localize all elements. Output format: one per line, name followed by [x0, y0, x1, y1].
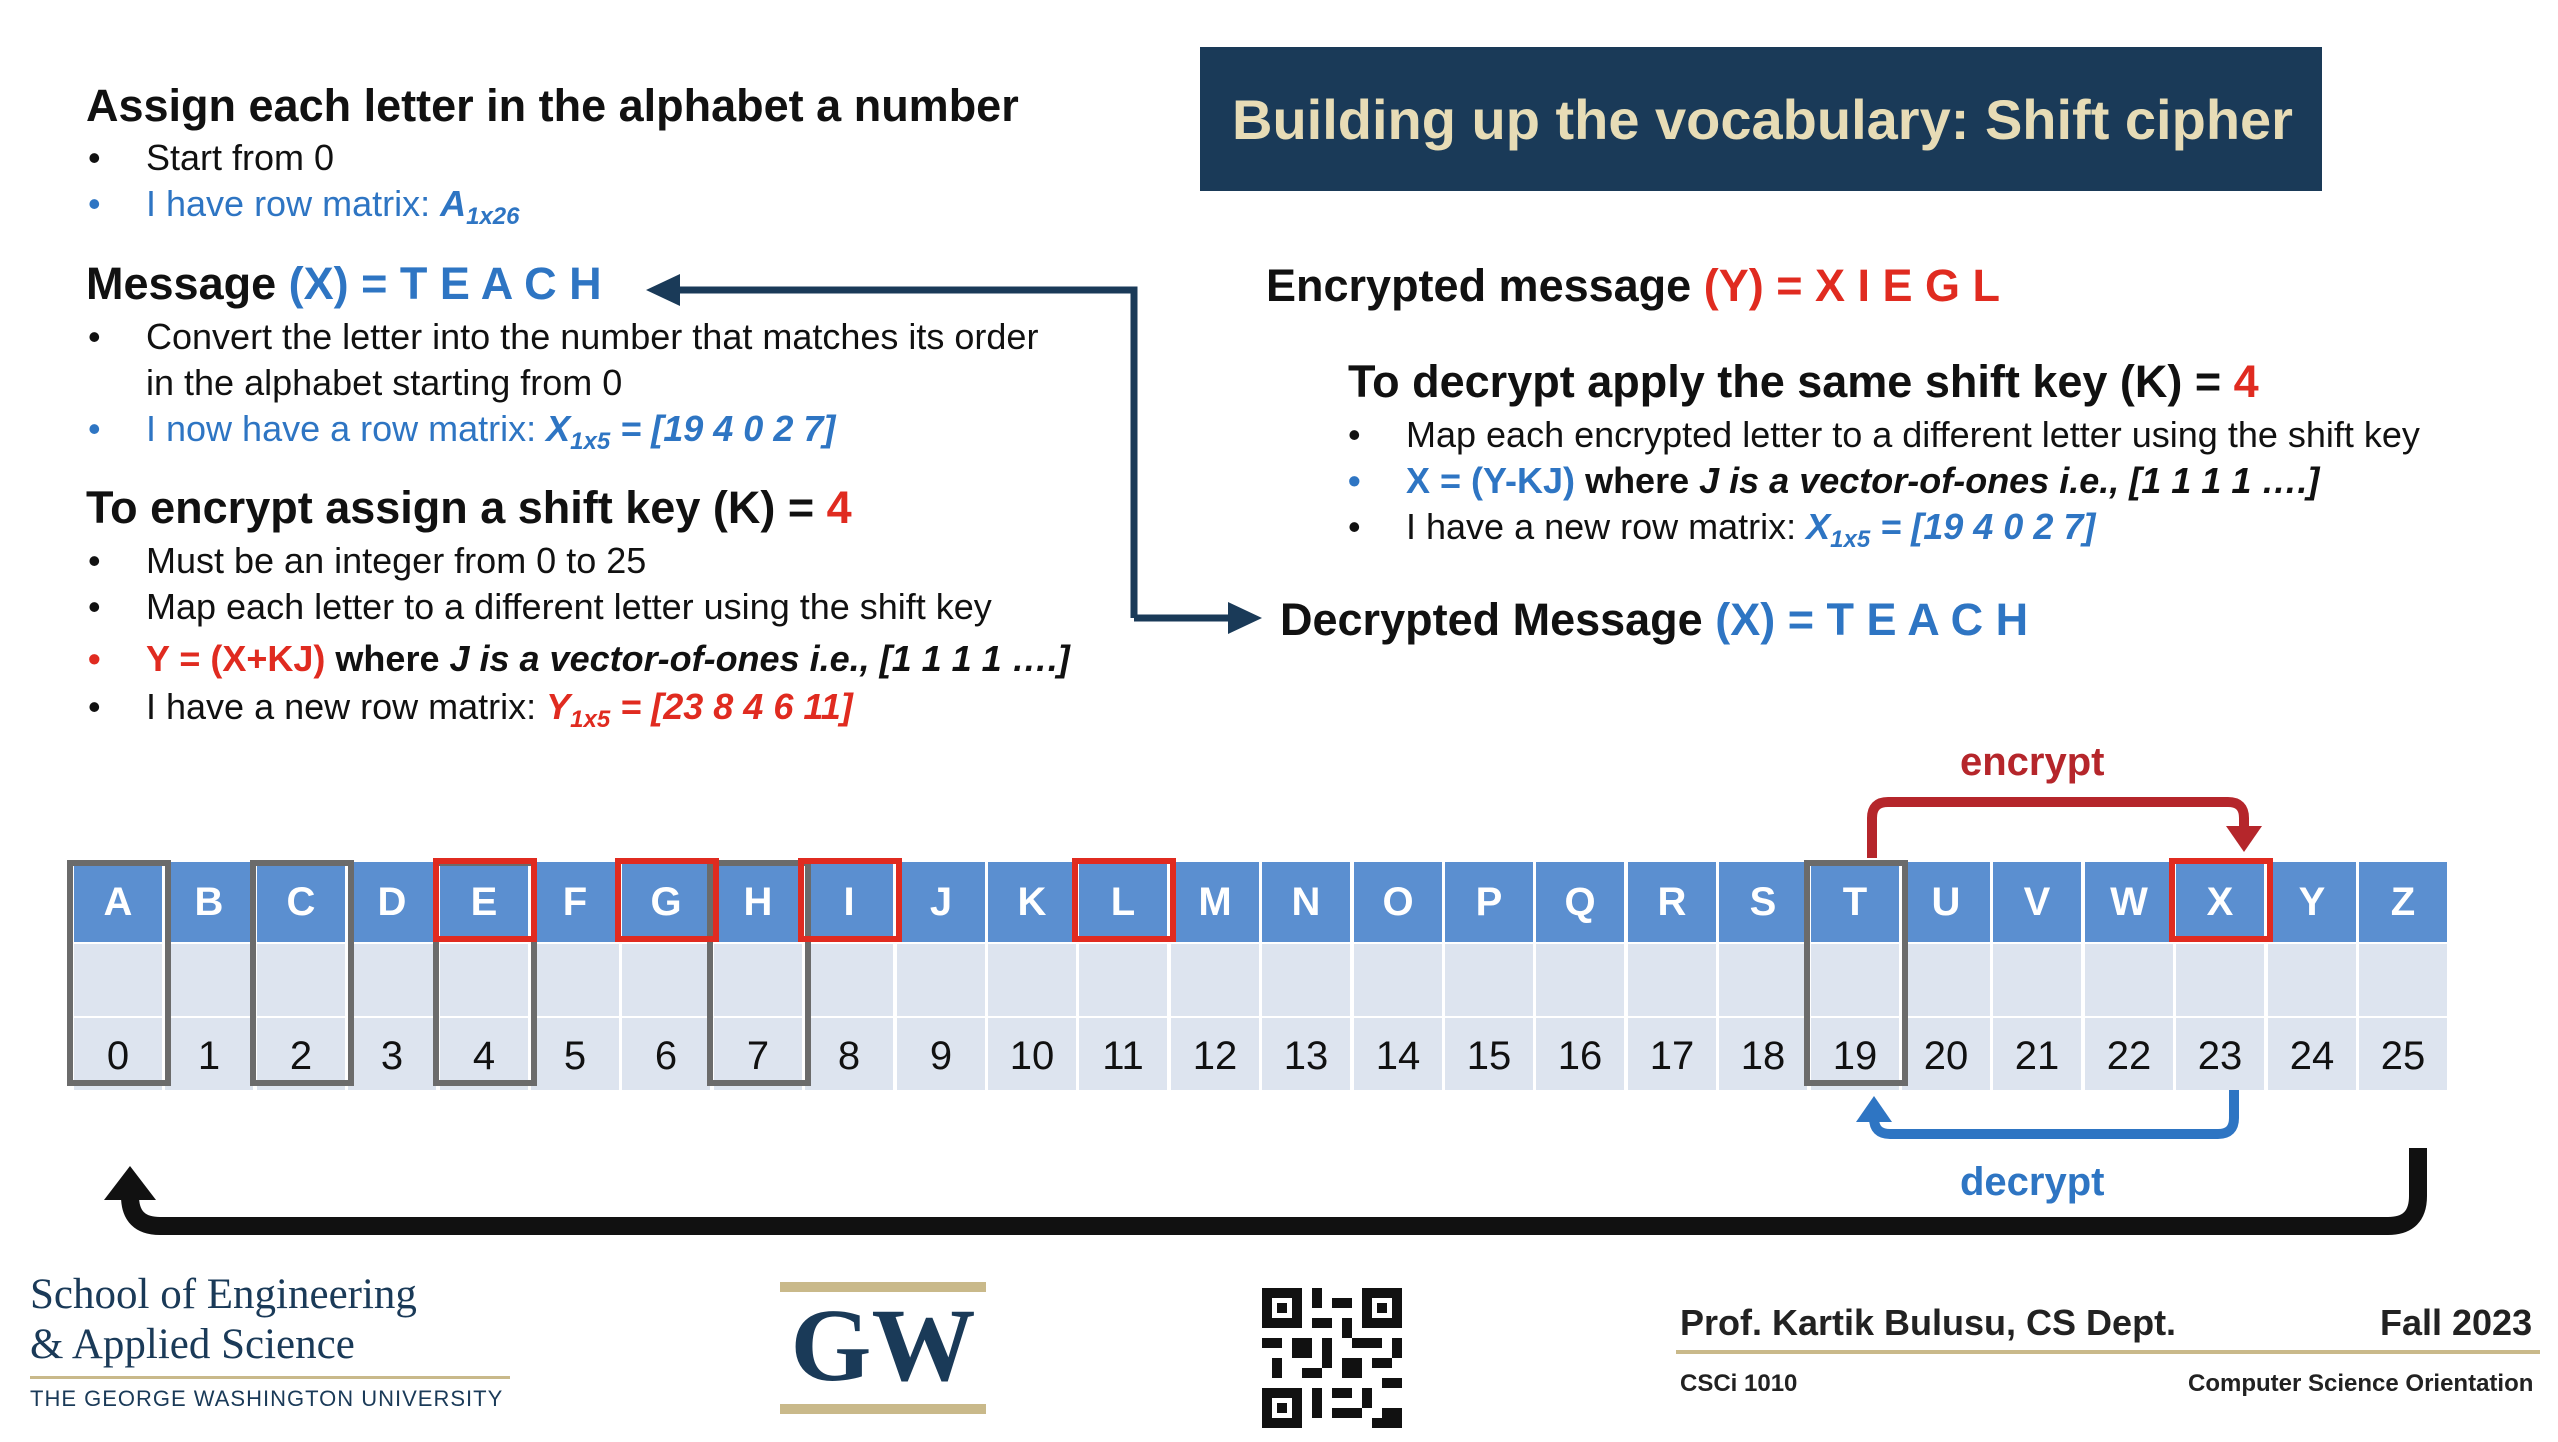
letter-cell-j: J [897, 862, 987, 942]
letter-cell-n: N [1262, 862, 1352, 942]
blank-cell [2268, 944, 2358, 1016]
blank-cell [988, 944, 1078, 1016]
letter-cell-m: M [1171, 862, 1261, 942]
blank-cell [1079, 944, 1169, 1016]
school-name: School of Engineering & Applied Science [30, 1271, 417, 1368]
number-cell-20: 20 [1902, 1018, 1992, 1090]
letter-cell-b: B [165, 862, 255, 942]
wraparound-arrowhead [104, 1166, 156, 1200]
blank-cell [1445, 944, 1535, 1016]
blank-cell [348, 944, 438, 1016]
gray-highlight-t [1804, 860, 1908, 1086]
blank-cell [1536, 944, 1626, 1016]
decrypt-label: decrypt [1960, 1160, 2105, 1204]
number-cell-22: 22 [2085, 1018, 2175, 1090]
letter-cell-f: F [531, 862, 621, 942]
gray-highlight-c [250, 860, 354, 1086]
blank-cell [1719, 944, 1809, 1016]
blank-cell [1902, 944, 1992, 1016]
letter-cell-u: U [1902, 862, 1992, 942]
number-cell-1: 1 [165, 1018, 255, 1090]
number-cell-25: 25 [2359, 1018, 2449, 1090]
number-cell-23: 23 [2176, 1018, 2266, 1090]
number-cell-11: 11 [1079, 1018, 1169, 1090]
blank-cell [2359, 944, 2449, 1016]
blank-cell [531, 944, 621, 1016]
number-cell-18: 18 [1719, 1018, 1809, 1090]
red-highlight-e [433, 858, 537, 942]
course-number: CSCi 1010 [1680, 1370, 1798, 1397]
gw-logo: GW [790, 1288, 976, 1403]
blank-cell [1354, 944, 1444, 1016]
number-cell-16: 16 [1536, 1018, 1626, 1090]
arrowhead-message [646, 274, 680, 306]
encrypt-arrowhead [2226, 826, 2262, 852]
letter-cell-r: R [1628, 862, 1718, 942]
blank-cell [1262, 944, 1352, 1016]
number-cell-21: 21 [1993, 1018, 2083, 1090]
qr-code-icon [1262, 1288, 1402, 1428]
blank-cell [622, 944, 712, 1016]
letter-cell-z: Z [2359, 862, 2449, 942]
letter-cell-o: O [1354, 862, 1444, 942]
blank-cell [1993, 944, 2083, 1016]
arrowhead-decrypted [1228, 602, 1262, 634]
red-highlight-x [2169, 858, 2273, 942]
number-cell-13: 13 [1262, 1018, 1352, 1090]
letter-cell-s: S [1719, 862, 1809, 942]
university-name: THE GEORGE WASHINGTON UNIVERSITY [30, 1386, 504, 1411]
gray-highlight-h [707, 860, 811, 1086]
number-cell-5: 5 [531, 1018, 621, 1090]
decrypt-arrowhead [1856, 1096, 1892, 1122]
blank-cell [1628, 944, 1718, 1016]
course-name: Computer Science Orientation [2188, 1370, 2534, 1397]
professor-name: Prof. Kartik Bulusu, CS Dept. [1680, 1302, 2177, 1343]
blank-cell [1171, 944, 1261, 1016]
encrypt-label: encrypt [1960, 740, 2105, 784]
number-cell-6: 6 [622, 1018, 712, 1090]
encrypt-arrow [1867, 797, 2249, 858]
red-highlight-i [798, 858, 902, 942]
school-divider [30, 1376, 510, 1379]
decrypt-arrow [1869, 1090, 2239, 1139]
number-cell-15: 15 [1445, 1018, 1535, 1090]
blank-cell [2176, 944, 2266, 1016]
blank-cell [165, 944, 255, 1016]
number-cell-17: 17 [1628, 1018, 1718, 1090]
letter-cell-v: V [1993, 862, 2083, 942]
number-cell-12: 12 [1171, 1018, 1261, 1090]
arrows-layer [104, 274, 2427, 1235]
gray-highlight-a [67, 860, 171, 1086]
number-cell-14: 14 [1354, 1018, 1444, 1090]
letter-cell-w: W [2085, 862, 2175, 942]
letter-cell-q: Q [1536, 862, 1626, 942]
letter-cell-d: D [348, 862, 438, 942]
letter-cell-k: K [988, 862, 1078, 942]
letter-cell-p: P [1445, 862, 1535, 942]
red-highlight-g [615, 858, 719, 942]
connector-arrow-left [660, 286, 1138, 618]
gw-logo-bottom-bar [780, 1404, 986, 1414]
blank-cell [2085, 944, 2175, 1016]
red-highlight-l [1072, 858, 1176, 942]
number-cell-24: 24 [2268, 1018, 2358, 1090]
number-cell-8: 8 [805, 1018, 895, 1090]
number-cell-9: 9 [897, 1018, 987, 1090]
term: Fall 2023 [2380, 1302, 2533, 1343]
number-cell-3: 3 [348, 1018, 438, 1090]
number-cell-10: 10 [988, 1018, 1078, 1090]
blank-cell [897, 944, 987, 1016]
footer-divider [1676, 1350, 2540, 1354]
letter-cell-y: Y [2268, 862, 2358, 942]
blank-cell [805, 944, 895, 1016]
